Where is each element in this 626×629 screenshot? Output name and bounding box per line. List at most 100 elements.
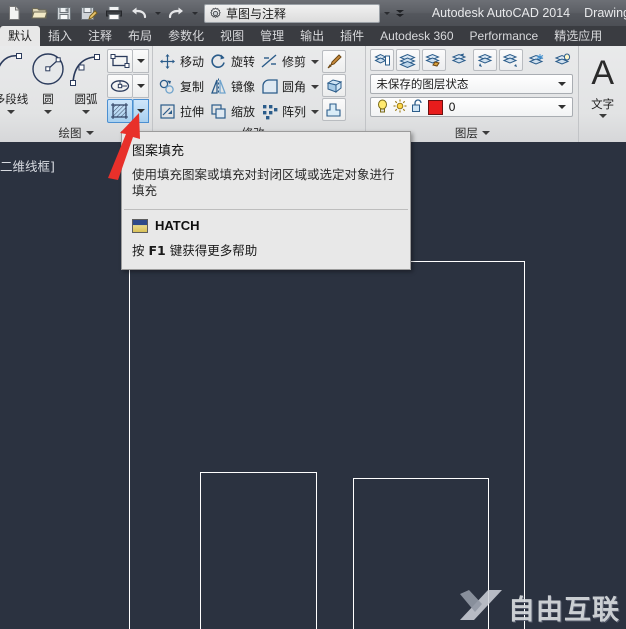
hatch-button[interactable] — [107, 99, 133, 123]
layer-freeze-button[interactable] — [525, 49, 549, 71]
move-label: 移动 — [180, 55, 205, 69]
scale-label: 缩放 — [231, 105, 256, 119]
layer-color-swatch[interactable] — [428, 99, 444, 115]
redo-dropdown-arrow[interactable] — [189, 2, 200, 24]
qat-more-icon[interactable] — [393, 2, 407, 24]
layer-off-button[interactable] — [551, 49, 575, 71]
rectangle-button[interactable] — [107, 49, 133, 73]
layer-previous-button[interactable] — [448, 49, 472, 71]
lightbulb-icon[interactable] — [376, 99, 389, 116]
left-inner-rectangle[interactable] — [200, 472, 317, 629]
mirror-button[interactable]: 镜像 — [207, 75, 258, 98]
fillet-dropdown-arrow[interactable] — [309, 75, 321, 98]
polyline-dropdown-arrow[interactable] — [7, 110, 15, 114]
circle-dropdown-arrow[interactable] — [44, 110, 52, 114]
tab-insert[interactable]: 插入 — [40, 26, 80, 46]
layer-current-combo[interactable]: 0 — [370, 97, 574, 117]
tooltip-title: 图案填充 — [132, 144, 185, 159]
copy-button[interactable]: 复制 — [156, 75, 207, 98]
stretch-button[interactable]: 拉伸 — [156, 100, 207, 123]
tab-default[interactable]: 默认 — [0, 26, 41, 46]
new-icon[interactable] — [2, 2, 26, 24]
autocad-window: 草图与注释 Autodesk AutoCAD 2014 Drawing 默认 插… — [0, 0, 626, 629]
app-title-text: Autodesk AutoCAD 2014 — [431, 6, 571, 20]
rotate-icon — [209, 52, 228, 71]
chevron-down-icon — [85, 130, 94, 135]
match-properties-button[interactable] — [322, 50, 347, 73]
tab-performance[interactable]: Performance — [462, 26, 547, 46]
scale-button[interactable]: 缩放 — [207, 100, 258, 123]
undo-dropdown-arrow[interactable] — [152, 2, 163, 24]
circle-label: 圆 — [42, 92, 54, 106]
trim-dropdown-arrow[interactable] — [309, 50, 321, 73]
hatch-tooltip: 图案填充 使用填充图案或填充对封闭区域或选定对象进行填充 HATCH 按 F1 … — [121, 131, 411, 270]
layer-buttons — [370, 49, 574, 71]
tab-output[interactable]: 输出 — [292, 26, 332, 46]
unlock-icon[interactable] — [411, 98, 424, 116]
window-title: Autodesk AutoCAD 2014 Drawing — [407, 6, 626, 20]
text-dropdown-arrow[interactable] — [598, 114, 607, 118]
panel-text: A 文字 — [578, 46, 626, 142]
polyline-button[interactable]: 多段线 — [0, 48, 29, 114]
circle-button[interactable]: 圆 — [29, 48, 67, 114]
panel-draw: 多段线 圆 — [0, 46, 152, 142]
open-icon[interactable] — [27, 2, 51, 24]
move-button[interactable]: 移动 — [156, 50, 207, 73]
extrude-button[interactable] — [322, 98, 347, 121]
tab-manage[interactable]: 管理 — [252, 26, 292, 46]
array-label: 阵列 — [282, 105, 307, 119]
modify-grid: 移动 旋转 修剪 复制 镜像 圆角 拉伸 缩放 阵列 — [156, 48, 321, 123]
scale-icon — [209, 102, 228, 121]
tab-parametric[interactable]: 参数化 — [160, 26, 212, 46]
chevron-down-icon — [481, 130, 490, 135]
tooltip-help: 按 F1 键获得更多帮助 — [122, 236, 410, 269]
arc-label: 圆弧 — [74, 92, 98, 106]
hatch-dropdown-arrow[interactable] — [133, 99, 149, 123]
layer-isolate-button[interactable] — [473, 49, 498, 71]
rectangle-dropdown-arrow[interactable] — [133, 49, 149, 73]
tab-addins[interactable]: 插件 — [332, 26, 372, 46]
trim-button[interactable]: 修剪 — [258, 50, 309, 73]
panel-modify: 移动 旋转 修剪 复制 镜像 圆角 拉伸 缩放 阵列 — [152, 46, 365, 142]
arc-button[interactable]: 圆弧 — [67, 48, 105, 114]
tab-autodesk-360[interactable]: Autodesk 360 — [372, 26, 461, 46]
modify-row: 拉伸 缩放 阵列 — [156, 100, 321, 123]
polyline-label: 多段线 — [0, 92, 29, 106]
draw-split-buttons — [107, 48, 149, 123]
ellipse-button[interactable] — [107, 74, 133, 98]
plot-icon[interactable] — [102, 2, 126, 24]
rotate-button[interactable]: 旋转 — [207, 50, 258, 73]
workspace-selector[interactable]: 草图与注释 — [204, 3, 380, 23]
save-icon[interactable] — [52, 2, 76, 24]
panel-title-draw-label: 绘图 — [58, 125, 82, 140]
trim-label: 修剪 — [282, 55, 307, 69]
fillet-icon — [260, 77, 279, 96]
tooltip-command: HATCH — [155, 218, 200, 233]
layer-controls: 未保存的图层状态 0 — [366, 46, 578, 117]
layer-unisolate-button[interactable] — [499, 49, 523, 71]
layer-properties-button[interactable] — [370, 49, 395, 71]
stretch-icon — [158, 102, 177, 121]
sun-icon[interactable] — [393, 99, 407, 116]
text-glyph-icon[interactable]: A — [582, 50, 623, 96]
tab-layout[interactable]: 布局 — [120, 26, 160, 46]
tab-view[interactable]: 视图 — [212, 26, 252, 46]
layer-state-combo[interactable]: 未保存的图层状态 — [370, 74, 574, 94]
ellipse-dropdown-arrow[interactable] — [133, 74, 149, 98]
array-button[interactable]: 阵列 — [258, 100, 309, 123]
layer-match-button[interactable] — [421, 49, 446, 71]
redo-icon[interactable] — [164, 2, 188, 24]
stretch-label: 拉伸 — [180, 105, 205, 119]
layer-list-button[interactable] — [396, 49, 420, 71]
tab-featured-apps[interactable]: 精选应用 — [546, 26, 610, 46]
undo-icon[interactable] — [127, 2, 151, 24]
copy-icon — [158, 77, 177, 96]
workspace-dropdown-arrow[interactable] — [381, 2, 392, 24]
arc-dropdown-arrow[interactable] — [82, 110, 90, 114]
3d-box-button[interactable] — [322, 74, 347, 97]
fillet-button[interactable]: 圆角 — [258, 75, 309, 98]
panel-title-layer-label: 图层 — [454, 125, 478, 140]
saveas-icon[interactable] — [77, 2, 101, 24]
array-dropdown-arrow[interactable] — [309, 100, 321, 123]
tab-annotate[interactable]: 注释 — [80, 26, 120, 46]
